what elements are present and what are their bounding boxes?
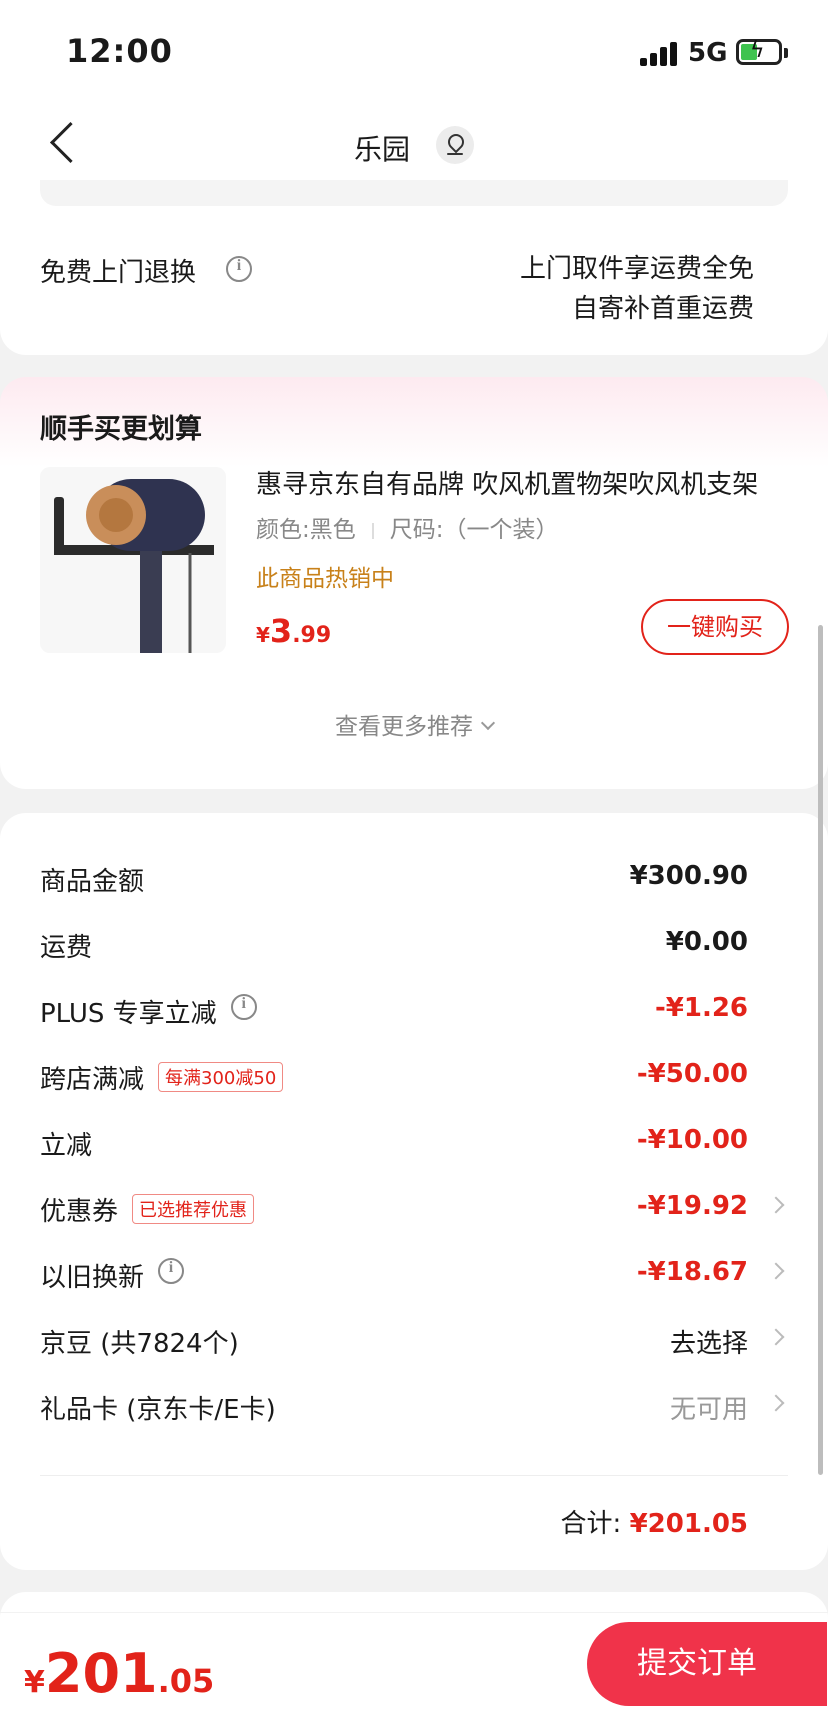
summary-row-goods-amount: 商品金额 ¥300.90 (40, 853, 788, 903)
status-time: 12:00 (66, 32, 173, 70)
submit-order-button[interactable]: 提交订单 (587, 1622, 827, 1706)
battery-tip (784, 48, 788, 58)
summary-value: -¥50.00 (636, 1059, 748, 1089)
price-decimal: .05 (157, 1662, 215, 1700)
info-icon[interactable] (158, 1258, 185, 1284)
product-spec: 颜色:黑色 尺码:（一个装） (256, 510, 559, 544)
summary-label-wrap: 跨店满减 每满300减50 (40, 1059, 284, 1096)
product-hot-label: 此商品热销中 (256, 566, 394, 592)
summary-label: 以旧换新 (40, 1263, 145, 1293)
price-symbol: ¥ (24, 1665, 45, 1700)
battery-icon: ϟ (736, 38, 782, 65)
signal-icon (640, 40, 678, 66)
recommend-card: 顺手买更划算 惠寻京东自有品牌 吹风机置物架吹风机支架 颜色:黑色 尺码:（一个装… (0, 377, 828, 789)
price-summary-card: 商品金额 ¥300.90 运费 ¥0.00 PLUS 专享立减 -¥1.26 跨… (0, 813, 828, 1570)
checkout-price: ¥201.05 (24, 1642, 214, 1705)
summary-label: 商品金额 (40, 867, 145, 897)
status-bar: 12:00 5G ϟ (0, 0, 828, 100)
summary-label: 立减 (40, 1131, 93, 1161)
summary-value: -¥10.00 (636, 1125, 748, 1155)
summary-row-instant-discount: 立减 -¥10.00 (40, 1117, 788, 1167)
price-symbol: ¥ (256, 623, 270, 647)
summary-label: 京豆 (共7824个) (40, 1329, 239, 1359)
product-color: 颜色:黑色 (256, 517, 356, 543)
chevron-right-icon (767, 1328, 785, 1346)
return-service-line1: 上门取件享运费全免 (519, 254, 754, 284)
scrollbar[interactable] (818, 625, 823, 1475)
summary-divider (40, 1475, 788, 1476)
return-service-line2: 自寄补首重运费 (571, 294, 754, 324)
page-title: 乐园 (354, 133, 411, 166)
total-amount: ¥201.05 (629, 1509, 748, 1539)
summary-value: -¥19.92 (636, 1191, 748, 1221)
chevron-right-icon (767, 1394, 785, 1412)
summary-label-wrap: PLUS 专享立减 (40, 993, 257, 1030)
summary-row-gift-card[interactable]: 礼品卡 (京东卡/E卡) 无可用 (40, 1381, 788, 1431)
more-recommend-label: 查看更多推荐 (335, 714, 473, 740)
chevron-right-icon (767, 1196, 785, 1214)
promo-tag: 已选推荐优惠 (132, 1194, 255, 1224)
chevron-down-icon (480, 715, 496, 731)
summary-row-plus-discount: PLUS 专享立减 -¥1.26 (40, 985, 788, 1035)
nav-bar: 乐园 (0, 100, 828, 190)
product-image[interactable] (40, 467, 226, 653)
summary-label: 运费 (40, 933, 93, 963)
promo-tag: 每满300减50 (158, 1062, 284, 1092)
total-label: 合计: (560, 1509, 622, 1539)
summary-label-wrap: 以旧换新 (40, 1257, 185, 1294)
summary-label-wrap: 优惠券 已选推荐优惠 (40, 1191, 255, 1228)
summary-row-jingdou[interactable]: 京豆 (共7824个) 去选择 (40, 1315, 788, 1365)
summary-value: 去选择 (669, 1329, 748, 1359)
summary-row-shipping: 运费 ¥0.00 (40, 919, 788, 969)
info-icon[interactable] (230, 994, 257, 1020)
product-price: ¥3.99 (256, 612, 331, 650)
summary-label: PLUS 专享立减 (40, 999, 217, 1029)
chevron-right-icon (767, 1262, 785, 1280)
one-click-buy-button[interactable]: 一键购买 (641, 599, 789, 655)
more-recommend-link[interactable]: 查看更多推荐 (0, 707, 828, 741)
card-separator (40, 180, 788, 206)
return-service-label: 免费上门退换 (40, 258, 197, 288)
price-integer: 3 (269, 612, 293, 650)
summary-row-trade-in[interactable]: 以旧换新 -¥18.67 (40, 1249, 788, 1299)
price-integer: 201 (44, 1642, 158, 1705)
recommend-title: 顺手买更划算 (40, 414, 202, 445)
checkout-bar: ¥201.05 提交订单 (0, 1592, 828, 1720)
summary-label: 优惠券 (40, 1197, 119, 1227)
bottom-divider (0, 1612, 828, 1613)
summary-row-cross-store: 跨店满减 每满300减50 -¥50.00 (40, 1051, 788, 1101)
location-icon[interactable] (436, 126, 474, 164)
summary-label: 跨店满减 (40, 1065, 145, 1095)
spec-divider (371, 522, 374, 539)
product-size: 尺码:（一个装） (389, 517, 559, 543)
price-decimal: .99 (292, 623, 332, 648)
summary-value: ¥0.00 (665, 927, 748, 957)
summary-total: 合计: ¥201.05 (561, 1503, 748, 1540)
network-type: 5G (688, 38, 728, 68)
summary-value: -¥18.67 (636, 1257, 748, 1287)
summary-row-coupon[interactable]: 优惠券 已选推荐优惠 -¥19.92 (40, 1183, 788, 1233)
summary-value: ¥300.90 (629, 861, 748, 891)
back-icon[interactable] (42, 122, 82, 166)
return-service-card: 免费上门退换 上门取件享运费全免 自寄补首重运费 (0, 180, 828, 355)
summary-value: -¥1.26 (654, 993, 748, 1023)
info-icon[interactable] (226, 256, 252, 282)
product-name[interactable]: 惠寻京东自有品牌 吹风机置物架吹风机支架 (256, 464, 776, 501)
summary-label: 礼品卡 (京东卡/E卡) (40, 1395, 276, 1425)
summary-value: 无可用 (669, 1395, 748, 1425)
